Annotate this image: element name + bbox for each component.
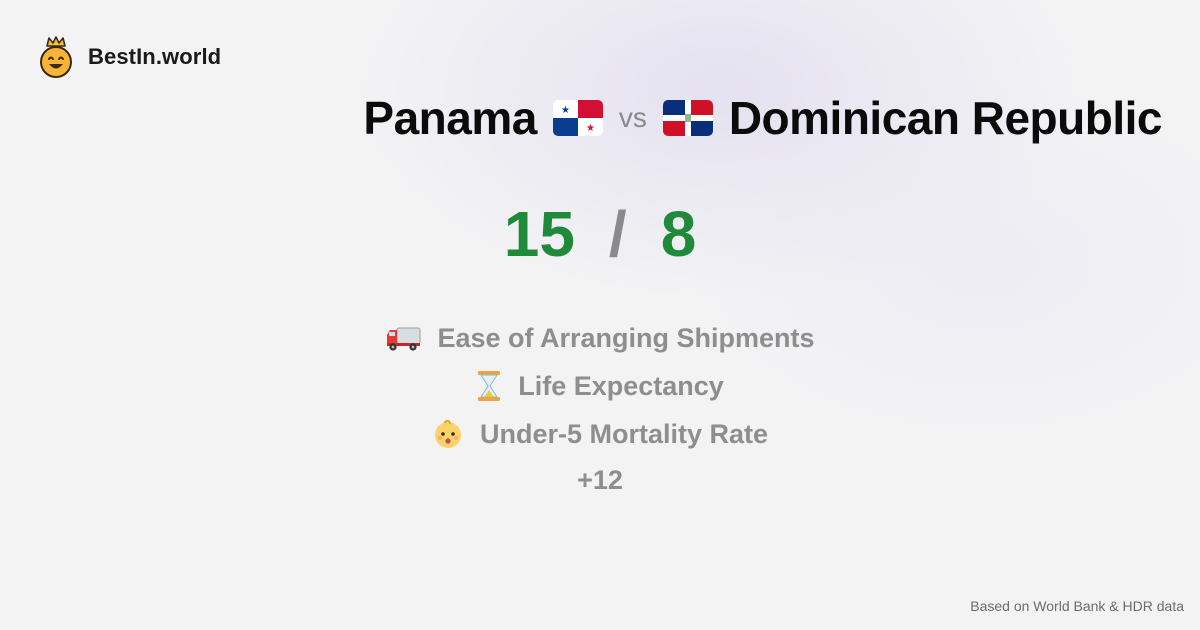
panama-flag-icon: ★ ★ [552,100,603,136]
svg-text:★: ★ [586,123,595,134]
list-item: Under-5 Mortality Rate [0,410,1200,458]
vs-separator: vs [618,102,647,133]
crown-smiley-icon [40,36,72,78]
delivery-truck-icon [387,327,421,351]
brand[interactable]: BestIn.world [38,36,221,78]
left-country-name: Panama [363,92,537,144]
right-score: 8 [660,198,697,270]
left-score: 15 [503,198,575,270]
metric-list: Ease of Arranging Shipments Life Expecta… [0,314,1200,502]
metric-label: Life Expectancy [518,370,724,401]
baby-face-icon [434,419,461,448]
right-country-name: Dominican Republic [728,92,1163,144]
score: 15 / 8 [0,194,1200,274]
dominican-republic-flag-icon [662,100,713,136]
list-item: Life Expectancy [0,362,1200,410]
svg-text:★: ★ [561,105,570,116]
metric-label: Under-5 Mortality Rate [479,418,769,449]
hourglass-icon [478,371,501,401]
page-title: Panama ★ ★ vs Dominican Republic [363,88,1162,148]
list-item: Ease of Arranging Shipments [0,314,1200,362]
data-source-note: Based on World Bank & HDR data [970,598,1184,614]
brand-name: BestIn.world [88,44,222,69]
score-separator: / [608,198,627,270]
metric-label: Ease of Arranging Shipments [437,322,815,353]
more-count[interactable]: +12 [0,458,1200,502]
